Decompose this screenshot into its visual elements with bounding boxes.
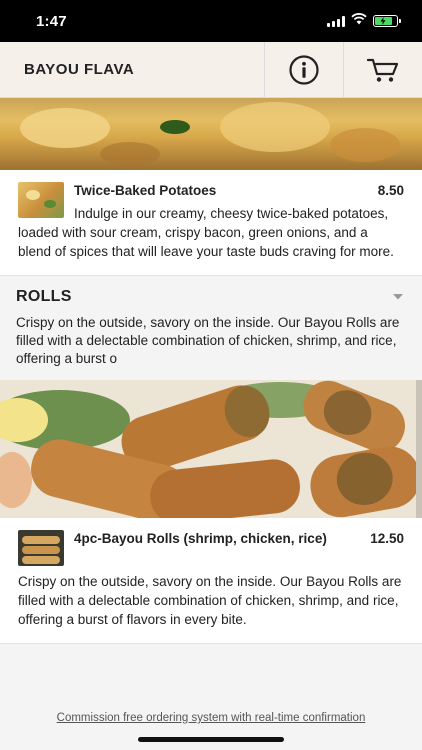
status-icons: [327, 12, 401, 30]
item-thumbnail: [18, 530, 64, 566]
signal-icon: [327, 15, 345, 27]
item-description: Crispy on the outside, savory on the ins…: [18, 574, 402, 627]
brand-title: BAYOU FLAVA: [24, 61, 135, 78]
info-icon: [289, 54, 319, 85]
item-name: 4pc-Bayou Rolls (shrimp, chicken, rice): [74, 531, 327, 546]
status-time: 1:47: [36, 12, 67, 30]
wifi-icon: [351, 12, 367, 30]
section-title: ROLLS: [16, 288, 72, 305]
item-price: 12.50: [370, 531, 404, 546]
rolls-hero-image: [0, 380, 422, 518]
battery-icon: [373, 15, 401, 27]
footer: Commission free ordering system with rea…: [0, 708, 422, 750]
item-description: Indulge in our creamy, cheesy twice-bake…: [18, 206, 394, 259]
section-rolls[interactable]: ROLLS Crispy on the outside, savory on t…: [0, 276, 422, 380]
cart-icon: [366, 58, 399, 82]
item-name: Twice-Baked Potatoes: [74, 183, 217, 198]
section-description: Crispy on the outside, savory on the ins…: [16, 315, 400, 366]
menu-item-potatoes[interactable]: Twice-Baked Potatoes 8.50 Indulge in our…: [0, 170, 422, 276]
battery-level: [375, 17, 392, 25]
item-price: 8.50: [377, 183, 404, 198]
cart-button[interactable]: [343, 41, 422, 98]
app-header: BAYOU FLAVA: [0, 41, 422, 98]
footer-link[interactable]: Commission free ordering system with rea…: [57, 712, 366, 724]
info-button[interactable]: [264, 41, 343, 98]
home-indicator[interactable]: [138, 737, 284, 742]
potatoes-hero-image: [0, 98, 422, 170]
status-bar: 1:47: [0, 0, 422, 42]
menu-scroll[interactable]: Twice-Baked Potatoes 8.50 Indulge in our…: [0, 98, 422, 708]
menu-item-bayou-rolls[interactable]: 4pc-Bayou Rolls (shrimp, chicken, rice) …: [0, 518, 422, 644]
item-thumbnail: [18, 182, 64, 218]
chevron-down-icon[interactable]: [392, 293, 404, 301]
